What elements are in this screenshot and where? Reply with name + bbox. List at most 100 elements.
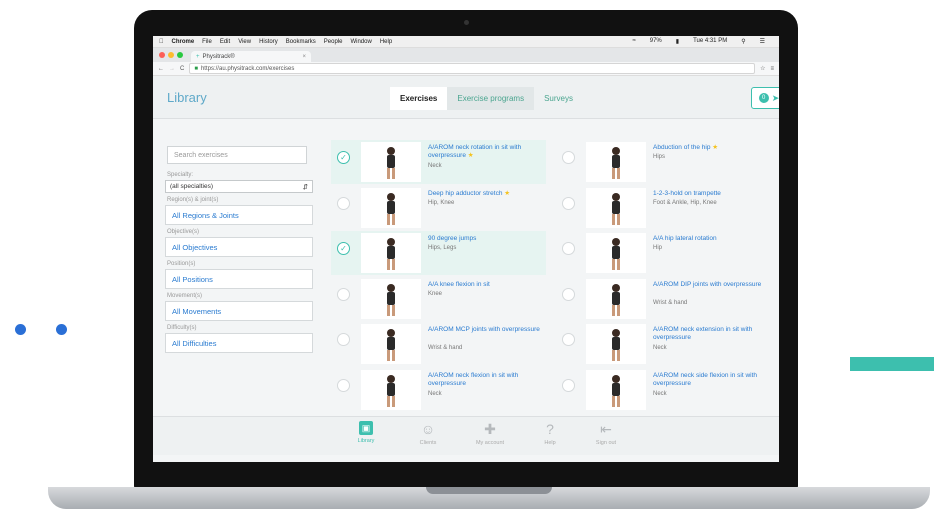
close-window-icon[interactable] <box>159 52 165 58</box>
menu-app[interactable]: Chrome <box>172 39 195 45</box>
specialty-select[interactable]: (all specialties) ⇵ <box>165 180 313 193</box>
exercise-card[interactable]: A/AROM neck side flexion in sit with ove… <box>556 368 771 412</box>
exercise-thumbnail[interactable] <box>361 369 421 410</box>
exercise-thumbnail[interactable] <box>586 278 646 319</box>
select-checkbox[interactable] <box>337 287 350 301</box>
select-checkbox[interactable] <box>562 151 575 164</box>
exercise-name[interactable]: A/AROM MCP joints with overpressure <box>428 326 546 334</box>
exercise-thumbnail[interactable] <box>361 187 421 228</box>
exercise-thumbnail[interactable] <box>586 369 646 410</box>
exercise-name[interactable]: A/AROM DIP joints with overpressure <box>653 281 771 289</box>
exercise-grid: ✓ A/AROM neck rotation in sit with overpr… <box>331 140 771 416</box>
select-checkbox[interactable] <box>562 378 575 392</box>
exercise-card[interactable]: A/AROM neck extension in sit with overpr… <box>556 322 771 366</box>
favorite-star-icon[interactable]: ★ <box>710 144 718 151</box>
tab-exercise-programs[interactable]: Exercise programs <box>447 87 535 110</box>
exercise-name[interactable]: 90 degree jumps <box>428 235 546 243</box>
menu-help[interactable]: Help <box>380 39 392 45</box>
exercise-card[interactable]: Deep hip adductor stretch ★ Hip, Knee <box>331 186 546 230</box>
exercise-card[interactable]: A/A knee flexion in sit Knee <box>331 277 546 321</box>
search-input[interactable]: Search exercises <box>167 146 307 164</box>
menu-history[interactable]: History <box>259 39 278 45</box>
exercise-name-text: A/A hip lateral rotation <box>653 235 717 242</box>
exercise-name[interactable]: A/AROM neck extension in sit with overpr… <box>653 326 771 342</box>
exercise-name[interactable]: Deep hip adductor stretch ★ <box>428 190 546 198</box>
select-checkbox[interactable] <box>562 242 575 255</box>
tab-surveys[interactable]: Surveys <box>534 87 583 110</box>
exercise-name[interactable]: Abduction of the hip ★ <box>653 144 771 152</box>
exercise-card[interactable]: A/A hip lateral rotation Hip <box>556 231 771 275</box>
menu-people[interactable]: People <box>324 39 343 45</box>
exercise-card[interactable]: Abduction of the hip ★ Hips <box>556 140 771 184</box>
bookmark-star-icon[interactable]: ☆ <box>760 65 765 72</box>
close-tab-icon[interactable]: × <box>302 54 306 60</box>
select-checkbox[interactable] <box>337 378 350 392</box>
menu-edit[interactable]: Edit <box>220 39 230 45</box>
exercise-name[interactable]: A/A knee flexion in sit <box>428 281 546 289</box>
select-checkbox[interactable]: ✓ <box>337 151 350 164</box>
exercise-name-text: 1-2-3-hold on trampette <box>653 189 721 197</box>
select-checkbox[interactable] <box>562 287 575 301</box>
back-icon[interactable]: ← <box>158 66 164 72</box>
positions-filter[interactable]: All Positions <box>165 269 313 289</box>
nav-clients-label: Clients <box>419 440 437 446</box>
apple-icon[interactable]:  <box>159 39 164 45</box>
browser-tab[interactable]: + Physitrack® × <box>191 51 311 62</box>
select-checkbox[interactable] <box>562 333 575 346</box>
exercise-name[interactable]: A/A hip lateral rotation <box>653 235 771 243</box>
exercise-card[interactable]: 1-2-3-hold on trampette Foot & Ankle, Hip… <box>556 186 771 230</box>
exercise-thumbnail[interactable] <box>586 187 646 228</box>
reload-icon[interactable]: C <box>180 66 184 72</box>
exercise-card[interactable]: ✓ A/AROM neck rotation in sit with overpr… <box>331 140 546 184</box>
clock[interactable]: Tue 4:31 PM <box>693 38 727 45</box>
exercise-thumbnail[interactable] <box>361 324 421 364</box>
movements-filter[interactable]: All Movements <box>165 301 313 321</box>
menu-file[interactable]: File <box>202 39 212 45</box>
exercise-card[interactable]: A/AROM DIP joints with overpressure Wrist… <box>556 277 771 321</box>
exercise-name[interactable]: 1-2-3-hold on trampette <box>653 190 771 198</box>
spotlight-search-icon[interactable]: ⚲ <box>741 38 745 45</box>
exercise-tags: Neck <box>428 390 442 397</box>
exercise-name[interactable]: A/AROM neck side flexion in sit with ove… <box>653 372 771 388</box>
exercise-name-text: A/AROM DIP joints with overpressure <box>653 280 762 288</box>
nav-clients[interactable]: ☺ Clients <box>403 421 453 446</box>
nav-library[interactable]: ▣ Library <box>341 421 391 444</box>
menu-window[interactable]: Window <box>350 39 371 45</box>
tab-exercises[interactable]: Exercises <box>390 87 448 110</box>
exercise-card[interactable]: A/AROM MCP joints with overpressure Wrist… <box>331 322 546 366</box>
battery-percent[interactable]: 97% <box>650 38 662 45</box>
forward-icon[interactable]: → <box>169 66 175 72</box>
exercise-card[interactable]: A/AROM neck flexion in sit with overpres… <box>331 368 546 412</box>
exercise-name[interactable]: A/AROM neck flexion in sit with overpres… <box>428 372 546 388</box>
favorite-star-icon[interactable]: ★ <box>466 152 474 159</box>
select-checkbox[interactable] <box>337 196 350 210</box>
exercise-thumbnail[interactable] <box>361 278 421 319</box>
favorite-star-icon[interactable]: ★ <box>502 190 510 197</box>
menu-bookmarks[interactable]: Bookmarks <box>286 39 316 45</box>
nav-sign-out[interactable]: ⇤ Sign out <box>581 421 631 446</box>
exercise-thumbnail[interactable] <box>361 233 421 273</box>
address-bar[interactable]: ■ https://au.physitrack.com/exercises <box>189 63 756 74</box>
objectives-filter[interactable]: All Objectives <box>165 237 313 257</box>
exercise-thumbnail[interactable] <box>586 142 646 182</box>
wifi-icon[interactable]: ≈ <box>632 38 635 45</box>
regions-filter[interactable]: All Regions & Joints <box>165 205 313 225</box>
decorative-dot-right <box>56 324 67 335</box>
difficulty-filter[interactable]: All Difficulties <box>165 333 313 353</box>
exercise-thumbnail[interactable] <box>586 233 646 273</box>
maximize-window-icon[interactable] <box>177 52 183 58</box>
minimize-window-icon[interactable] <box>168 52 174 58</box>
select-checkbox[interactable] <box>562 196 575 210</box>
send-program-button[interactable]: 0 ➤ <box>751 87 779 109</box>
exercise-thumbnail[interactable] <box>586 324 646 364</box>
notification-center-icon[interactable]: ☰ <box>760 38 765 45</box>
browser-menu-icon[interactable]: ≡ <box>770 66 774 72</box>
nav-my-account[interactable]: ✚ My account <box>465 421 515 446</box>
exercise-name[interactable]: A/AROM neck rotation in sit with overpre… <box>428 144 546 160</box>
exercise-thumbnail[interactable] <box>361 142 421 182</box>
select-checkbox[interactable]: ✓ <box>337 242 350 255</box>
nav-help[interactable]: ? Help <box>525 421 575 446</box>
exercise-card[interactable]: ✓ 90 degree jumps Hips, Legs <box>331 231 546 275</box>
select-checkbox[interactable] <box>337 333 350 346</box>
menu-view[interactable]: View <box>238 39 251 45</box>
